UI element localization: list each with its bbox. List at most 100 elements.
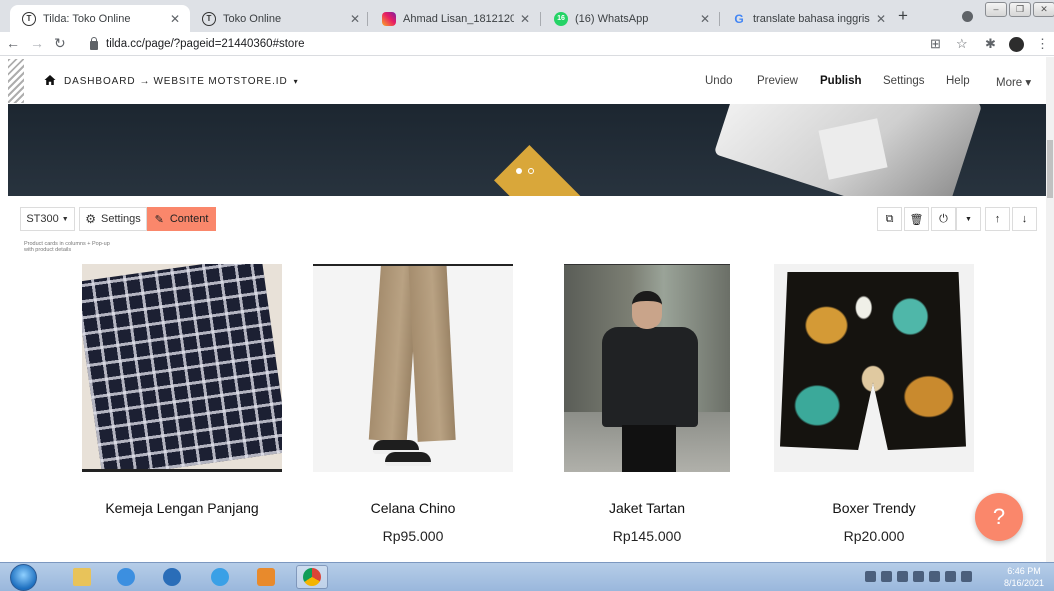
settings-button[interactable]: Settings <box>883 75 925 87</box>
preview-button[interactable]: Preview <box>757 75 798 87</box>
tab-whatsapp[interactable]: 16 (16) WhatsApp ✕ <box>542 5 720 32</box>
chevron-down-icon[interactable]: ▾ <box>294 77 299 86</box>
close-window-icon[interactable]: ✕ <box>1033 2 1054 17</box>
tray-icon[interactable] <box>865 571 876 582</box>
tray-icon[interactable] <box>881 571 892 582</box>
close-icon[interactable]: ✕ <box>520 12 530 26</box>
move-up-icon[interactable]: ↑ <box>985 207 1010 231</box>
shoe-illustration <box>385 452 431 466</box>
minimize-icon[interactable]: – <box>985 2 1007 17</box>
home-icon[interactable] <box>44 74 56 86</box>
media-player-icon[interactable] <box>156 565 188 589</box>
chrome-icon[interactable] <box>296 565 328 589</box>
block-settings-button[interactable]: ⚙ Settings <box>79 207 147 231</box>
lock-icon <box>90 36 98 50</box>
translate-icon[interactable]: ⊞ <box>930 36 941 52</box>
window-controls: – ❐ ✕ <box>985 2 1054 17</box>
product-image[interactable] <box>774 264 974 472</box>
shorts-illustration <box>780 272 966 450</box>
product-title[interactable]: Celana Chino <box>313 500 513 516</box>
scrollbar[interactable] <box>1046 57 1054 562</box>
block-content-button[interactable]: ✎ Content <box>147 207 216 231</box>
tilda-icon: T <box>202 11 216 26</box>
hero-image-shape <box>494 145 586 196</box>
tray-icon[interactable] <box>897 571 908 582</box>
breadcrumb-dashboard[interactable]: DASHBOARD <box>64 76 135 87</box>
clock-time: 6:46 PM <box>1007 566 1041 576</box>
reload-icon[interactable]: ↻ <box>54 35 66 52</box>
volume-icon[interactable] <box>929 571 940 582</box>
divider <box>82 469 282 472</box>
close-icon[interactable]: ✕ <box>350 12 360 26</box>
person-head-illustration <box>632 291 662 329</box>
help-link[interactable]: Help <box>946 75 970 87</box>
publish-button[interactable]: Publish <box>820 75 862 87</box>
block-content-label: Content <box>169 213 209 225</box>
new-tab-button[interactable]: + <box>898 6 908 26</box>
file-explorer-icon[interactable] <box>66 565 98 589</box>
tab-tilda-toko-online[interactable]: T Tilda: Toko Online ✕ <box>10 5 190 32</box>
tilda-icon: T <box>22 11 36 26</box>
slider-dot-active[interactable] <box>516 168 522 174</box>
close-icon[interactable]: ✕ <box>170 12 180 26</box>
power-icon[interactable]: ⏻ <box>931 207 956 231</box>
extensions-icon[interactable]: ✱ <box>985 36 996 52</box>
tray-icon[interactable] <box>945 571 956 582</box>
chevron-down-icon: ▼ <box>61 215 69 223</box>
tray-icon[interactable] <box>961 571 972 582</box>
profile-icon[interactable] <box>962 11 973 22</box>
close-icon[interactable]: ✕ <box>876 12 886 26</box>
close-icon[interactable]: ✕ <box>700 12 710 26</box>
product-price: Rp20.000 <box>843 528 905 544</box>
tab-instagram[interactable]: Ahmad Lisan_1812120160 (@a ✕ <box>370 5 540 32</box>
product-title[interactable]: Kemeja Lengan Panjang <box>82 500 282 516</box>
product-title[interactable]: Boxer Trendy <box>774 500 974 516</box>
tab-toko-online[interactable]: T Toko Online ✕ <box>190 5 370 32</box>
start-button[interactable] <box>10 564 37 591</box>
block-code: ST300 <box>26 213 59 225</box>
product-title[interactable]: Jaket Tartan <box>547 500 747 516</box>
zigzag-decoration <box>8 59 24 103</box>
clock[interactable]: 6:46 PM 8/16/2021 <box>998 565 1050 589</box>
breadcrumb-site[interactable]: WEBSITE MOTSTORE.ID <box>153 76 287 87</box>
media-app-icon[interactable] <box>250 565 282 589</box>
tab-divider <box>367 12 368 26</box>
menu-dots-icon[interactable]: ⋮ <box>1036 36 1049 52</box>
undo-button[interactable]: Undo <box>705 75 733 87</box>
whatsapp-icon: 16 <box>554 11 568 26</box>
slider-dot[interactable] <box>528 168 534 174</box>
product-image[interactable] <box>564 264 730 472</box>
chevron-down-icon[interactable]: ▼ <box>956 207 981 231</box>
block-code-dropdown[interactable]: ST300 ▼ <box>20 207 75 231</box>
jacket-illustration <box>602 327 698 427</box>
product-image[interactable] <box>313 264 513 472</box>
product-price: Rp145.000 <box>612 528 682 544</box>
gear-icon: ⚙ <box>85 212 96 226</box>
maximize-icon[interactable]: ❐ <box>1009 2 1031 17</box>
browser-app-icon[interactable] <box>204 565 236 589</box>
back-icon[interactable]: ← <box>6 35 20 51</box>
bookmark-star-icon[interactable]: ☆ <box>956 36 968 52</box>
browser-tab-strip: T Tilda: Toko Online ✕ T Toko Online ✕ A… <box>0 0 1054 32</box>
move-down-icon[interactable]: ↓ <box>1012 207 1037 231</box>
pants-illustration <box>622 425 676 472</box>
internet-explorer-icon[interactable] <box>110 565 142 589</box>
tab-google-translate[interactable]: G translate bahasa inggris ke ind ✕ <box>720 5 896 32</box>
avatar[interactable] <box>1009 37 1024 52</box>
pencil-icon: ✎ <box>154 213 164 226</box>
address-bar[interactable]: tilda.cc/page/?pageid=21440360#store <box>84 34 954 54</box>
clock-date: 8/16/2021 <box>1003 578 1045 588</box>
trash-icon[interactable]: 🗑 <box>904 207 929 231</box>
scrollbar-thumb[interactable] <box>1047 140 1053 198</box>
more-menu[interactable]: More ▾ <box>996 75 1031 89</box>
tab-title: Ahmad Lisan_1812120160 (@a <box>403 12 514 25</box>
network-icon[interactable] <box>913 571 924 582</box>
product-image[interactable] <box>82 264 282 472</box>
forward-icon[interactable]: → <box>30 35 44 51</box>
instagram-icon <box>382 11 396 26</box>
duplicate-icon[interactable]: ⧉ <box>877 207 902 231</box>
pants-illustration <box>408 266 456 442</box>
block-settings-label: Settings <box>101 213 141 225</box>
url-text: tilda.cc/page/?pageid=21440360#store <box>106 38 305 50</box>
help-button[interactable]: ? <box>975 493 1023 541</box>
